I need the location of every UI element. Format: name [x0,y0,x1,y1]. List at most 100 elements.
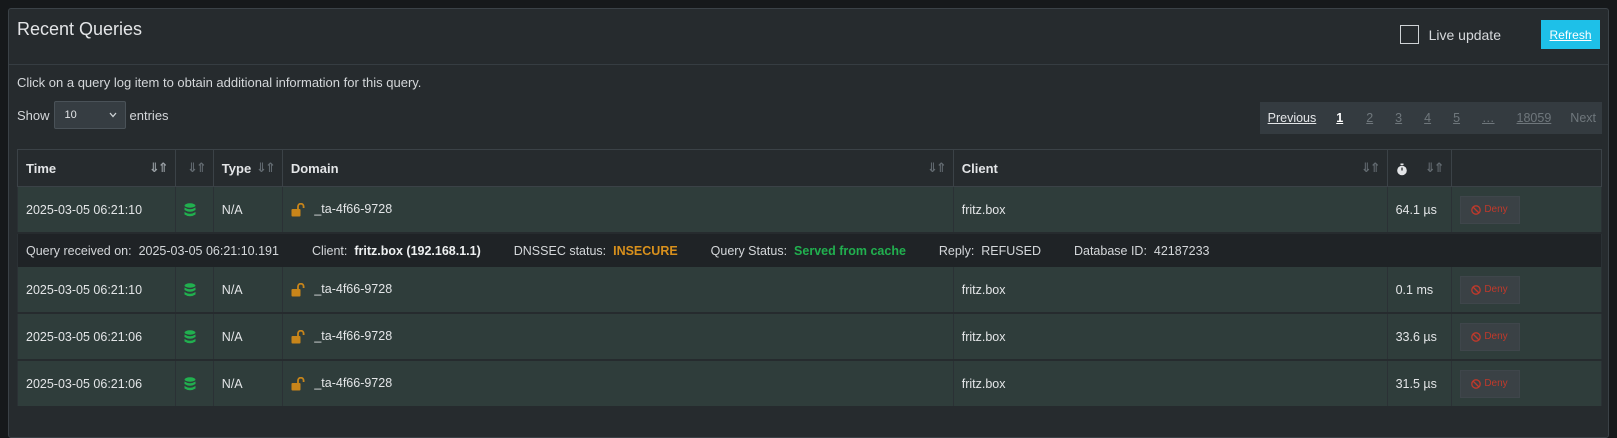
cell-domain: _ta-4f66-9728 [281,186,954,234]
ban-icon [1471,331,1482,342]
table-header-row: Time ⇓⇑ ⇓⇑ Type ⇓⇑ Domain ⇓⇑ Client ⇓⇑ ⇓… [17,149,1602,187]
cell-duration: 31.5 µs [1386,360,1452,408]
cell-action: Deny [1450,267,1602,314]
sort-desc-icon[interactable]: ⇓⇑ [149,160,169,176]
domain-text: _ta-4f66-9728 [314,202,393,217]
sort-icon[interactable]: ⇓⇑ [1425,160,1445,176]
ban-icon [1471,204,1482,215]
deny-label: Deny [1484,378,1508,389]
cell-time: 2025-03-05 06:21:06 [17,360,176,408]
cell-status [174,313,214,361]
detail-received-value: 2025-03-05 06:21:10.191 [138,243,279,258]
column-type[interactable]: Type ⇓⇑ [212,149,283,187]
sort-icon[interactable]: ⇓⇑ [187,160,207,176]
query-detail-row: Query received on: 2025-03-05 06:21:10.1… [17,233,1602,267]
unlock-icon [291,282,305,297]
table-row[interactable]: 2025-03-05 06:21:10 N/A _ta-4f66-9728 fr… [17,267,1602,314]
cell-type: N/A [212,186,283,234]
deny-label: Deny [1484,331,1508,342]
cell-type: N/A [212,360,283,408]
cell-status [174,360,214,408]
cell-duration: 33.6 µs [1386,313,1452,361]
column-time[interactable]: Time ⇓⇑ [17,149,176,187]
cell-client: fritz.box [952,186,1388,234]
cell-time: 2025-03-05 06:21:10 [17,267,176,314]
pagination-page-4[interactable]: 4 [1413,111,1442,125]
pagination-previous[interactable]: Previous [1260,111,1325,125]
refresh-button[interactable]: Refresh [1541,20,1600,49]
pagination: Previous 1 2 3 4 5 … 18059 Next [1259,102,1602,134]
database-icon [184,203,196,217]
sort-icon[interactable]: ⇓⇑ [927,160,947,176]
unlock-icon [291,329,305,344]
database-icon [184,377,196,391]
cell-type: N/A [212,267,283,314]
pagination-page-1[interactable]: 1 [1324,111,1355,125]
column-time-label: Time [26,160,57,176]
column-status[interactable]: ⇓⇑ [174,149,214,187]
table-row[interactable]: 2025-03-05 06:21:06 N/A _ta-4f66-9728 fr… [17,360,1602,408]
deny-button[interactable]: Deny [1459,195,1520,224]
column-domain-label: Domain [290,160,339,176]
deny-button[interactable]: Deny [1459,275,1520,304]
query-detail: Query received on: 2025-03-05 06:21:10.1… [17,233,1602,267]
unlock-icon [291,202,305,217]
detail-reply-label: Reply: [938,243,975,258]
ban-icon [1471,284,1482,295]
table-row[interactable]: 2025-03-05 06:21:06 N/A _ta-4f66-9728 fr… [17,313,1602,361]
column-type-label: Type [221,160,252,176]
deny-label: Deny [1484,284,1508,295]
detail-dbid-label: Database ID: [1073,243,1147,258]
cell-client: fritz.box [952,360,1388,408]
cell-action: Deny [1450,360,1602,408]
deny-button[interactable]: Deny [1459,322,1520,351]
column-actions [1450,149,1602,187]
pagination-page-5[interactable]: 5 [1442,111,1471,125]
sort-icon[interactable]: ⇓⇑ [256,160,276,176]
cell-domain: _ta-4f66-9728 [281,267,954,314]
live-update-toggle[interactable]: Live update [1399,25,1501,44]
detail-status-label: Query Status: [710,243,788,258]
live-update-checkbox[interactable] [1399,25,1419,44]
entries-label: entries [129,107,169,123]
database-icon [184,330,196,344]
stopwatch-icon [1396,163,1407,175]
pagination-next[interactable]: Next [1562,111,1602,125]
cell-client: fritz.box [952,313,1388,361]
cell-client: fritz.box [952,267,1388,314]
show-label: Show [17,107,50,123]
domain-text: _ta-4f66-9728 [314,329,393,344]
cell-action: Deny [1450,313,1602,361]
cell-action: Deny [1450,186,1602,234]
sort-icon[interactable]: ⇓⇑ [1361,160,1381,176]
cell-status [174,186,214,234]
cell-duration: 0.1 ms [1386,267,1452,314]
deny-button[interactable]: Deny [1459,369,1520,398]
domain-text: _ta-4f66-9728 [314,376,393,391]
column-client[interactable]: Client ⇓⇑ [952,149,1388,187]
chevron-down-icon [109,112,117,118]
cell-time: 2025-03-05 06:21:10 [17,186,176,234]
detail-client-label: Client: [311,243,348,258]
pagination-page-3[interactable]: 3 [1384,111,1413,125]
cell-domain: _ta-4f66-9728 [281,313,954,361]
ban-icon [1471,378,1482,389]
pagination-ellipsis: … [1482,111,1495,125]
entries-value: 10 [64,109,77,121]
cell-domain: _ta-4f66-9728 [281,360,954,408]
cell-type: N/A [212,313,283,361]
column-duration[interactable]: ⇓⇑ [1386,149,1452,187]
domain-text: _ta-4f66-9728 [314,282,393,297]
pagination-page-2[interactable]: 2 [1355,111,1384,125]
detail-dnssec-value: INSECURE [613,243,678,258]
detail-status-value: Served from cache [794,243,906,258]
column-domain[interactable]: Domain ⇓⇑ [281,149,954,187]
table-row[interactable]: 2025-03-05 06:21:10 N/A _ta-4f66-9728 fr… [17,186,1602,234]
pagination-page-last[interactable]: 18059 [1506,111,1563,125]
detail-client-value: fritz.box (192.168.1.1) [354,243,481,258]
unlock-icon [291,376,305,391]
detail-dnssec-label: DNSSEC status: [513,243,607,258]
panel-header: Recent Queries Live update Refresh [9,9,1608,65]
cell-time: 2025-03-05 06:21:06 [17,313,176,361]
entries-select[interactable]: 10 [53,101,126,129]
